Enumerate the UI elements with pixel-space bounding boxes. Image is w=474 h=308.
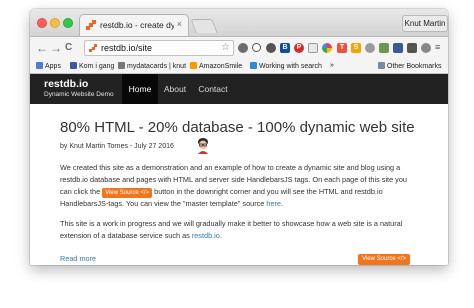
post-title[interactable]: 80% HTML - 20% database - 100% dynamic w… [60,119,415,136]
extension-blue-icon[interactable] [393,43,403,53]
browser-window: restdb.io - create dynamic... × Knut Mar… [30,9,448,265]
extension-dark-icon[interactable] [407,43,417,53]
work-in-progress-paragraph: This site is a work in progress and we w… [60,218,418,242]
intro-paragraph: We created this site as a demonstration … [60,162,418,210]
bookmark-amazonsmile[interactable]: AmazonSmile [190,62,242,70]
bookmarks-bar: Apps Kom i gang mydatacards | knut Amazo… [30,60,448,74]
site-brand[interactable]: restdb.io Dynamic Website Demo [44,79,114,99]
paragraph-text: . [219,231,222,240]
view-source-button[interactable]: View Source </> [358,254,410,265]
bookmark-kom-i-gang[interactable]: Kom i gang [70,62,114,70]
master-template-link[interactable]: here [266,199,281,208]
restdb-link[interactable]: restdb.io [192,231,220,240]
extension-square-icon[interactable] [308,43,318,53]
nav-about[interactable]: About [158,74,192,104]
bookmark-star-icon[interactable]: ☆ [221,42,230,53]
tab-title: restdb.io - create dynamic... [100,20,174,30]
extension-clock-icon[interactable] [266,43,276,53]
bookmark-favicon-icon [250,62,257,69]
bookmark-favicon-icon [70,62,77,69]
tab-close-icon[interactable]: × [177,19,182,29]
nav-contact[interactable]: Contact [192,74,234,104]
bookmark-working-with-search[interactable]: Working with search [250,62,322,70]
reload-icon[interactable]: C [65,41,72,55]
extension-circle-icon[interactable] [252,43,261,52]
pinterest-icon[interactable]: P [294,43,304,53]
close-window-button[interactable] [37,18,47,28]
bookmark-label: AmazonSmile [199,63,243,70]
inline-view-source-badge: View Source </> [102,188,153,198]
bookmark-label: mydatacards | knut [127,63,187,70]
restdb-favicon-icon [86,20,96,30]
paragraph-text: This site is a work in progress and we w… [60,219,403,240]
forward-arrow-icon[interactable]: → [50,41,62,55]
other-bookmarks[interactable]: Other Bookmarks [378,62,441,70]
browser-toolbar: ← → C restdb.io/site ☆ B P T S ≡ [30,37,448,60]
extension-gear-icon[interactable] [365,43,375,53]
extension-gray-icon[interactable] [421,43,431,53]
new-tab-button[interactable] [190,19,218,33]
title-bar: restdb.io - create dynamic... × Knut Mar… [30,9,448,37]
other-bookmarks-label: Other Bookmarks [387,63,442,70]
url-text: restdb.io/site [101,43,153,53]
read-more-link[interactable]: Read more [60,254,96,263]
bookmark-label: Kom i gang [79,63,115,70]
bookmark-mydatacards[interactable]: mydatacards | knut [118,62,186,70]
post-meta: by Knut Martin Tornes - July 27 2016 [60,143,174,150]
folder-icon [378,62,385,69]
nav-home[interactable]: Home [122,74,158,104]
extension-camera-icon[interactable] [238,43,248,53]
extension-colorwheel-icon[interactable] [322,43,332,53]
zoom-window-button[interactable] [63,18,73,28]
profile-button[interactable]: Knut Martin [402,15,448,32]
extension-s-icon[interactable]: S [351,43,361,53]
author-avatar [198,138,208,154]
bookmark-favicon-icon [190,62,197,69]
web-page: restdb.io Dynamic Website Demo Home Abou… [30,74,448,265]
bookmark-label: Apps [45,63,61,70]
brand-subtitle: Dynamic Website Demo [44,91,114,98]
site-navbar: restdb.io Dynamic Website Demo Home Abou… [30,74,448,104]
brand-title: restdb.io [44,78,89,90]
paragraph-text: . [280,199,284,208]
extension-green-icon[interactable] [379,43,389,53]
address-bar[interactable]: restdb.io/site ☆ [84,40,234,56]
extension-b-icon[interactable]: B [280,43,290,53]
menu-hamburger-icon[interactable]: ≡ [435,43,440,52]
back-arrow-icon[interactable]: ← [36,41,48,55]
browser-tab[interactable]: restdb.io - create dynamic... × [79,14,189,36]
bookmark-favicon-icon [118,62,125,69]
bookmark-apps[interactable]: Apps [36,62,61,70]
more-bookmarks-icon[interactable]: » [330,62,334,69]
apps-grid-icon [36,62,43,69]
extension-t-icon[interactable]: T [337,43,347,53]
site-favicon-icon [89,44,97,52]
minimize-window-button[interactable] [50,18,60,28]
bookmark-label: Working with search [259,63,322,70]
